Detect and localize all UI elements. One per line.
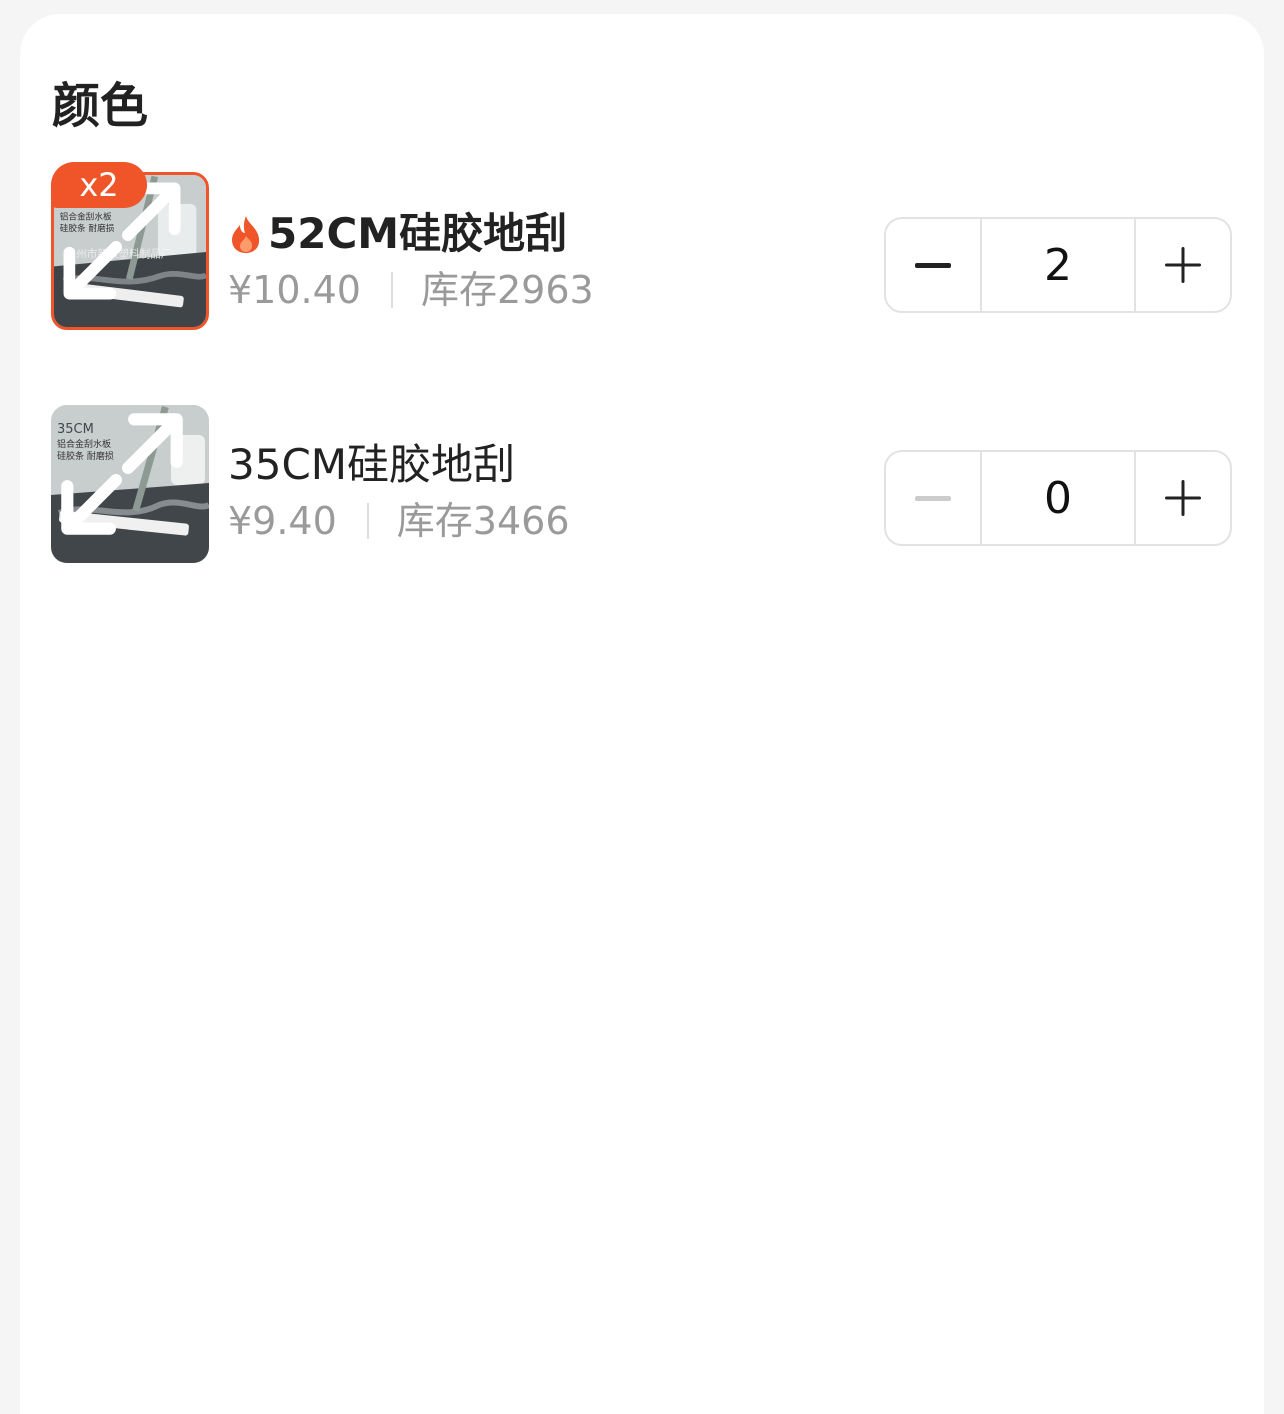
variant-name: 52CM硅胶地刮 xyxy=(268,209,568,258)
increment-button[interactable] xyxy=(1136,219,1230,311)
variant-meta: ¥9.40 库存3466 xyxy=(228,497,570,545)
meta-divider xyxy=(390,272,393,308)
variant-thumbnail[interactable]: 35CM 铝合金刮水板 硅胶条 耐磨损 xyxy=(51,405,209,563)
variant-name-line: 35CM硅胶地刮 xyxy=(228,437,570,493)
variant-price: ¥9.40 xyxy=(228,499,337,543)
quantity-badge: x2 xyxy=(51,162,147,208)
variant-row[interactable]: 52cm 铝合金刮水板 硅胶条 耐磨损 霸州市新康塑料制品厂 x2 52CM硅胶… xyxy=(20,162,1264,332)
plus-icon xyxy=(1165,480,1201,516)
variant-row[interactable]: 35CM 铝合金刮水板 硅胶条 耐磨损 35CM硅胶地刮 ¥9.40 库存346… xyxy=(20,405,1264,565)
quantity-stepper[interactable]: 2 xyxy=(884,217,1232,313)
variant-info: 35CM硅胶地刮 ¥9.40 库存3466 xyxy=(228,437,570,545)
variant-name: 35CM硅胶地刮 xyxy=(228,440,516,489)
variant-stock: 库存2963 xyxy=(420,268,594,312)
meta-divider xyxy=(366,503,369,539)
quantity-stepper[interactable]: 0 xyxy=(884,450,1232,546)
increment-button[interactable] xyxy=(1136,452,1230,544)
section-title: 颜色 xyxy=(52,78,149,134)
variant-price: ¥10.40 xyxy=(228,268,361,312)
quantity-value[interactable]: 2 xyxy=(980,219,1136,311)
variant-info: 52CM硅胶地刮 ¥10.40 库存2963 xyxy=(228,206,594,314)
expand-icon[interactable] xyxy=(51,405,201,553)
plus-icon xyxy=(1165,247,1201,283)
minus-icon xyxy=(915,263,951,268)
variant-stock: 库存3466 xyxy=(396,499,570,543)
sku-selector-panel: 颜色 52cm 铝合金刮水板 硅胶条 耐磨损 霸州市新康塑料制品厂 x2 xyxy=(20,14,1264,1414)
flame-icon xyxy=(232,216,260,253)
decrement-button[interactable] xyxy=(886,452,980,544)
decrement-button[interactable] xyxy=(886,219,980,311)
variant-name-line: 52CM硅胶地刮 xyxy=(228,206,594,262)
variant-meta: ¥10.40 库存2963 xyxy=(228,266,594,314)
minus-icon xyxy=(915,496,951,501)
quantity-value[interactable]: 0 xyxy=(980,452,1136,544)
